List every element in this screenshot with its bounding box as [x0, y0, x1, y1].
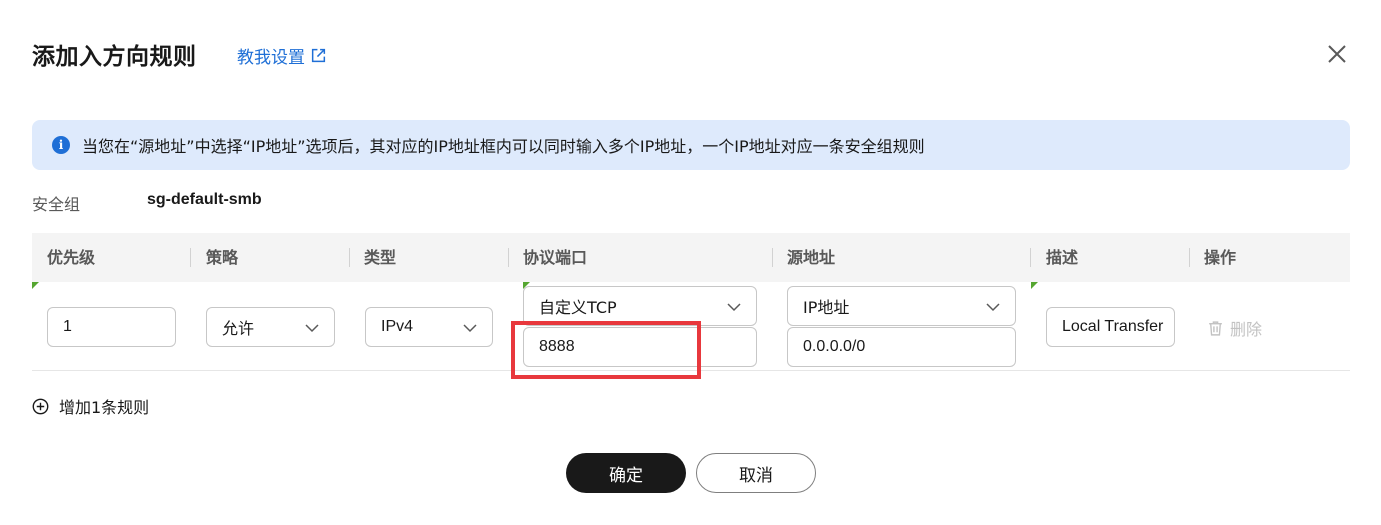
header-policy: 策略	[206, 248, 239, 267]
external-link-icon	[311, 48, 326, 63]
header-divider	[190, 248, 191, 267]
dialog-title: 添加入方向规则	[32, 44, 197, 70]
confirm-button[interactable]: 确定	[566, 453, 686, 493]
required-marker	[1031, 282, 1038, 289]
header-type: 类型	[364, 248, 397, 267]
delete-rule-button[interactable]: 删除	[1207, 316, 1262, 340]
delete-rule-label: 删除	[1230, 320, 1263, 339]
header-divider	[1189, 248, 1190, 267]
policy-select[interactable]: 允许	[206, 307, 335, 347]
rules-table-header: 优先级 策略 类型 协议端口 源地址 描述 操作	[32, 233, 1350, 282]
header-divider	[508, 248, 509, 267]
help-link[interactable]: 教我设置	[237, 43, 327, 68]
description-input[interactable]: Local Transfer	[1046, 307, 1175, 347]
required-marker	[32, 282, 39, 289]
source-address-input[interactable]: 0.0.0.0/0	[787, 327, 1016, 367]
priority-input[interactable]: 1	[47, 307, 176, 347]
header-divider	[772, 248, 773, 267]
help-link-label: 教我设置	[237, 48, 305, 68]
type-select[interactable]: IPv4	[365, 307, 493, 347]
add-rule-button[interactable]: 增加1条规则	[32, 394, 149, 418]
highlight-annotation	[511, 321, 701, 379]
security-group-label: 安全组	[32, 195, 81, 214]
info-banner-text: 当您在“源地址”中选择“IP地址”选项后，其对应的IP地址框内可以同时输入多个I…	[82, 137, 925, 156]
header-description: 描述	[1046, 248, 1079, 267]
chevron-down-icon	[986, 303, 1000, 312]
header-divider	[349, 248, 350, 267]
trash-icon	[1209, 320, 1222, 336]
chevron-down-icon	[305, 324, 319, 333]
header-divider	[1030, 248, 1031, 267]
header-action: 操作	[1204, 248, 1237, 267]
chevron-down-icon	[463, 324, 477, 333]
cancel-button[interactable]: 取消	[696, 453, 816, 493]
source-type-select-value: IP地址	[803, 298, 850, 317]
policy-select-value: 允许	[222, 319, 255, 338]
type-select-value: IPv4	[381, 318, 414, 335]
add-rule-label: 增加1条规则	[59, 398, 150, 417]
header-protocol-port: 协议端口	[523, 248, 588, 267]
plus-circle-icon	[32, 398, 49, 414]
source-type-select[interactable]: IP地址	[787, 286, 1016, 326]
protocol-select[interactable]: 自定义TCP	[523, 286, 757, 326]
close-icon[interactable]	[1325, 42, 1349, 66]
chevron-down-icon	[727, 303, 741, 312]
security-group-value: sg-default-smb	[147, 191, 262, 208]
info-icon: i	[52, 136, 70, 154]
header-priority: 优先级	[47, 248, 96, 267]
info-banner: i 当您在“源地址”中选择“IP地址”选项后，其对应的IP地址框内可以同时输入多…	[32, 120, 1350, 170]
header-source: 源地址	[787, 248, 836, 267]
protocol-select-value: 自定义TCP	[539, 298, 617, 317]
